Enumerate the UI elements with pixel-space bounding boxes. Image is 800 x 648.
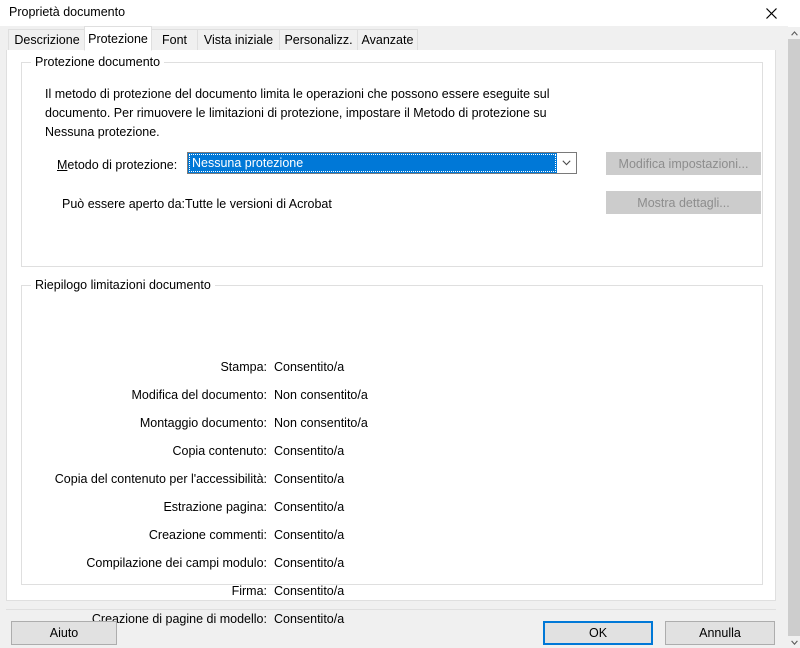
summary-row: Creazione commenti: Consentito/a [22, 528, 762, 546]
security-method-combobox[interactable]: Nessuna protezione [187, 152, 577, 174]
method-label-accel: M [57, 158, 68, 172]
summary-row-value: Consentito/a [274, 444, 345, 458]
document-properties-dialog: Proprietà documento Descrizione Protezion… [0, 0, 788, 648]
tab-strip: Descrizione Protezione Font Vista iniziale P… [0, 26, 788, 51]
vertical-scrollbar[interactable] [788, 27, 800, 648]
summary-row: Copia del contenuto per l'accessibilità:… [22, 472, 762, 490]
tab-avanzate[interactable]: Avanzate [357, 29, 418, 50]
show-details-button[interactable]: Mostra dettagli... [606, 191, 761, 214]
method-label-rest: etodo di protezione: [67, 158, 178, 172]
summary-row-label: Copia del contenuto per l'accessibilità: [54, 472, 267, 486]
tab-label: Font [161, 33, 187, 47]
summary-row-value: Consentito/a [274, 556, 345, 570]
group-riepilogo-limitazioni: Riepilogo limitazioni documento Stampa: C… [21, 278, 763, 626]
ok-button[interactable]: OK [543, 621, 653, 645]
tab-personalizz[interactable]: Personalizz. [279, 29, 358, 50]
scrollbar-thumb[interactable] [788, 39, 800, 636]
summary-row-value: Non consentito/a [274, 388, 368, 402]
summary-row-value: Consentito/a [274, 584, 345, 598]
summary-row-label: Compilazione dei campi modulo: [86, 556, 267, 570]
summary-row: Compilazione dei campi modulo: Consentito… [22, 556, 762, 574]
summary-row: Estrazione pagina: Consentito/a [22, 500, 762, 518]
footer-separator [6, 609, 776, 610]
protection-description: Il metodo di protezione del documento li… [45, 87, 550, 139]
help-button[interactable]: Aiuto [11, 621, 117, 645]
summary-row-label: Copia contenuto: [172, 444, 267, 458]
summary-row: Stampa: Consentito/a [22, 360, 762, 378]
tab-label: Vista iniziale [203, 33, 274, 47]
edit-settings-button[interactable]: Modifica impostazioni... [606, 152, 761, 175]
summary-row-label: Stampa: [220, 360, 267, 374]
summary-row-value: Non consentito/a [274, 416, 368, 430]
tab-label: Personalizz. [284, 33, 353, 47]
close-icon [765, 7, 777, 19]
summary-rows: Stampa: Consentito/a Modifica del document… [22, 286, 762, 626]
summary-row-value: Consentito/a [274, 500, 345, 514]
tab-label: Protezione [88, 31, 148, 46]
chevron-down-icon[interactable] [788, 636, 800, 648]
summary-row-value: Consentito/a [274, 360, 345, 374]
summary-row-value: Consentito/a [274, 612, 345, 626]
summary-row-label: Modifica del documento: [131, 388, 268, 402]
close-button[interactable] [754, 0, 788, 26]
tab-protezione[interactable]: Protezione [84, 26, 152, 51]
opened-by-value: Tutte le versioni di Acrobat [185, 197, 332, 211]
group-protezione-documento: Protezione documento Il metodo di protez… [21, 55, 763, 267]
tab-label: Descrizione [14, 33, 80, 47]
security-method-value: Nessuna protezione [188, 153, 557, 173]
tab-label: Avanzate [361, 33, 414, 47]
chevron-down-icon[interactable] [557, 153, 576, 173]
summary-row: Montaggio documento: Non consentito/a [22, 416, 762, 434]
summary-row-label: Creazione commenti: [148, 528, 267, 542]
summary-row-label: Firma: [231, 584, 267, 598]
tab-font[interactable]: Font [151, 29, 198, 50]
group-legend-protezione: Protezione documento [31, 55, 165, 69]
summary-row: Copia contenuto: Consentito/a [22, 444, 762, 462]
summary-row: Firma: Consentito/a [22, 584, 762, 602]
summary-row-label: Estrazione pagina: [163, 500, 267, 514]
summary-row: Modifica del documento: Non consentito/a [22, 388, 762, 406]
method-label: Metodo di protezione: [57, 158, 177, 172]
chevron-up-icon[interactable] [788, 27, 800, 39]
window-title: Proprietà documento [9, 5, 126, 19]
summary-row-label: Montaggio documento: [139, 416, 267, 430]
summary-row-value: Consentito/a [274, 528, 345, 542]
summary-row-value: Consentito/a [274, 472, 345, 486]
cancel-button[interactable]: Annulla [665, 621, 775, 645]
opened-by-label: Può essere aperto da: [62, 197, 185, 211]
tab-page-protezione: Protezione documento Il metodo di protez… [6, 50, 776, 626]
tab-descrizione[interactable]: Descrizione [8, 29, 86, 50]
tab-vista-iniziale[interactable]: Vista iniziale [197, 29, 280, 50]
title-bar: Proprietà documento [0, 0, 788, 26]
